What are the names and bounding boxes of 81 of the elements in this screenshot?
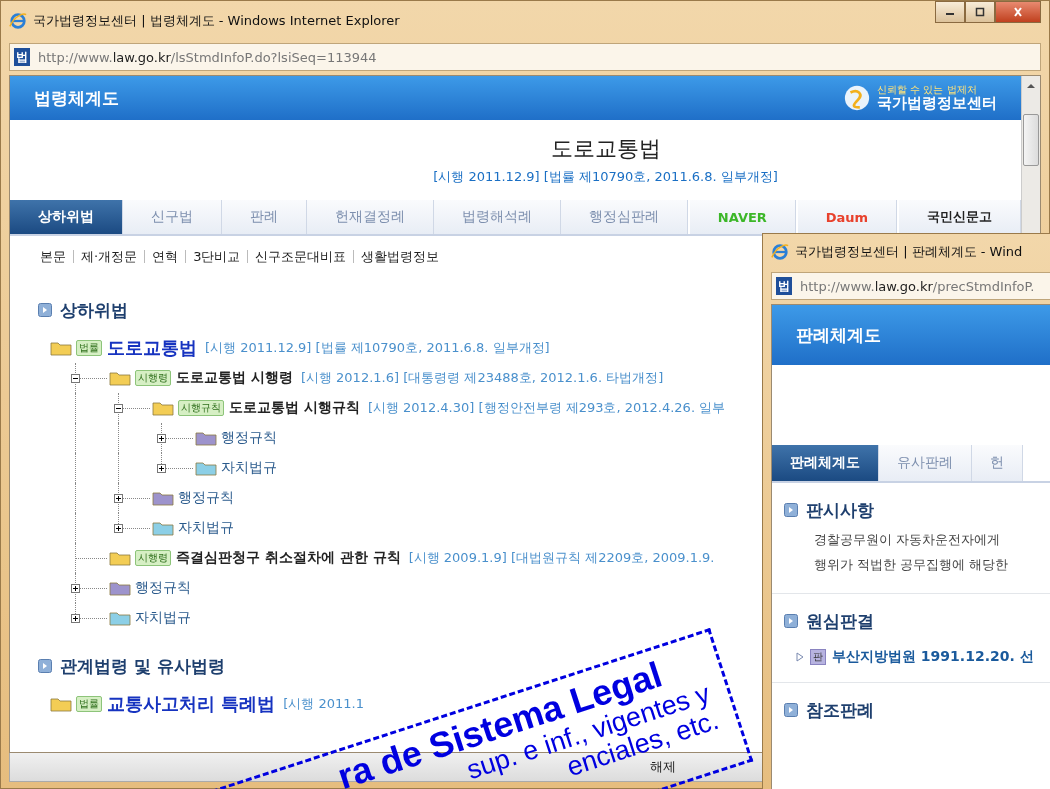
section-title: 원심판결 [806,609,874,633]
subnav-link[interactable]: 연혁 [144,250,186,263]
subnav-link[interactable]: 본문 [40,250,73,263]
folder-icon [109,370,131,386]
bullet-icon [38,303,52,317]
collapse-toggle[interactable] [114,404,123,413]
expand-toggle[interactable] [71,614,80,623]
url-text[interactable]: http://www.law.go.kr/precStmdInfoP. [800,278,1035,294]
window-title: 국가법령정보센터 | 법령체계도 - Windows Internet Explorer [33,12,400,30]
site-icon: 법 [14,48,30,66]
subnav-link[interactable]: 제·개정문 [73,250,145,263]
site-icon: 법 [776,277,792,295]
bullet-icon [784,614,798,628]
tab[interactable]: 상하위법 [10,200,123,234]
expand-toggle[interactable] [71,584,80,593]
section-title: 관계법령 및 유사법령 [60,654,225,678]
scroll-thumb[interactable] [1023,114,1039,166]
tab[interactable]: 국민신문고 [898,200,1021,234]
law-type-tag: 시행규칙 [178,400,224,416]
case-link[interactable]: 부산지방법원 1991.12.20. 선 [832,648,1034,666]
url-text: http://www.law.go.kr/lsStmdInfoP.do?lsiSeq=113944 [38,49,377,65]
folder-icon [152,400,174,416]
folder-icon [50,696,72,712]
logo-name: 국가법령정보센터 [877,95,997,112]
folder-icon [109,550,131,566]
law-type-tag: 시행령 [135,550,171,566]
section-title: 판시사항 [806,498,874,522]
window-title: 국가법령정보센터 | 판례체계도 - Wind [795,243,1023,261]
tree-item-link[interactable]: 행정규칙 [221,429,277,447]
law-type-tag: 법률 [76,696,102,712]
tree-item-link[interactable]: 도로교통법 [107,336,197,360]
expand-toggle[interactable] [157,434,166,443]
close-icon [1012,7,1024,17]
summary-text: 행위가 적법한 공무집행에 해당한 [813,556,1010,574]
law-info: [시행 2009.1.9] [대법원규칙 제2209호, 2009.1.9. [408,549,715,567]
subnav-link[interactable]: 신구조문대비표 [247,250,354,263]
browser-icon [9,12,27,30]
law-type-tag: 시행령 [135,370,171,386]
minimize-button[interactable] [935,1,965,23]
tree-item-link[interactable]: 도로교통법 시행규칙 [229,399,360,417]
tree-item-link[interactable]: 행정규칙 [135,579,191,597]
collapse-toggle[interactable] [71,374,80,383]
expand-toggle[interactable] [114,494,123,503]
swirl-logo-icon [843,84,871,112]
logo-tagline: 신뢰할 수 있는 법제처 [877,84,978,96]
bullet-icon [38,659,52,673]
law-info: [시행 2012.1.6] [대통령령 제23488호, 2012.1.6. 타법개정] [300,369,664,387]
expand-toggle[interactable] [114,524,123,533]
tree-item-link[interactable]: 즉결심판청구 취소절차에 관한 규칙 [176,549,401,567]
header-title: 법령체계도 [34,86,119,110]
section-title: 상하위법 [60,298,128,322]
tree-item-link[interactable]: 자치법규 [135,609,191,627]
law-title: 도로교통법 [550,135,661,163]
folder-icon [50,340,72,356]
tree-item-link[interactable]: 자치법규 [178,519,234,537]
bullet-icon [784,703,798,717]
header-title: 판례체계도 [796,323,881,347]
expand-toggle[interactable] [157,464,166,473]
law-info: [시행 2012.4.30] [행정안전부령 제293호, 2012.4.26. 일부 [367,399,726,417]
law-info: [시행 2011.12.9] [법률 제10790호, 2011.6.8. 일부개정] [205,339,550,357]
subnav-link[interactable]: 3단비교 [185,250,248,263]
tree-item-link[interactable]: 행정규칙 [178,489,234,507]
address-bar[interactable]: 법 http://www.law.go.kr/lsStmdInfoP.do?lsiSeq=113944 [9,43,1041,71]
tab[interactable]: 판례체계도 [772,445,879,481]
law-info: [시행 2011.1 [283,695,364,713]
maximize-button[interactable] [965,1,995,23]
maximize-icon [974,7,986,17]
summary-text: 경찰공무원이 자동차운전자에게 [813,531,1002,549]
law-type-tag: 법률 [76,340,102,356]
expand-arrow-icon[interactable] [796,652,804,662]
case-icon: 판 [810,649,826,665]
tree-item-link[interactable]: 도로교통법 시행령 [176,369,293,387]
tree-item-link[interactable]: 자치법규 [221,459,277,477]
bullet-icon [784,503,798,517]
subnav-link[interactable]: 생활법령정보 [353,250,447,263]
close-button[interactable] [995,1,1041,23]
tab[interactable]: Daum [797,200,898,234]
tree-item-link[interactable]: 교통사고처리 특례법 [107,692,276,716]
browser-icon [771,243,789,261]
law-subtitle: [시행 2011.12.9] [법률 제10790호, 2011.6.8. 일부개정] [433,168,778,186]
section-title: 참조판례 [806,698,874,722]
